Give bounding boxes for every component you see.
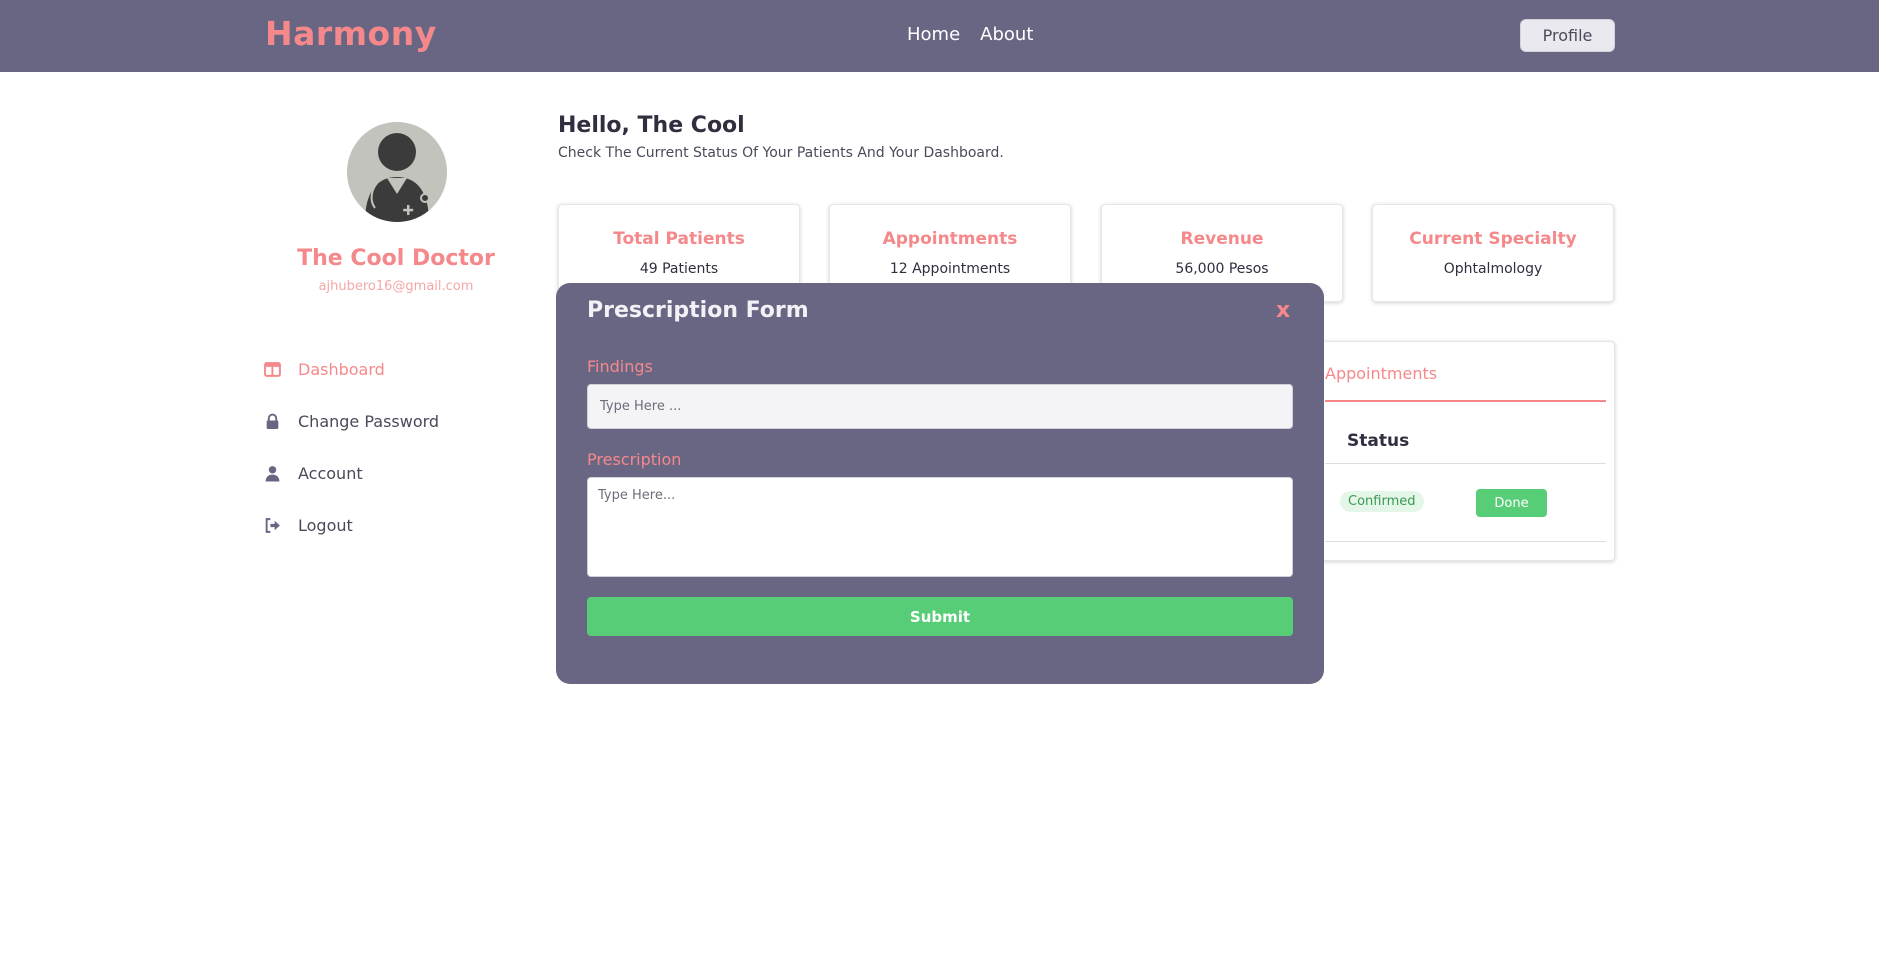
sidebar-item-dashboard[interactable]: Dashboard — [264, 357, 385, 381]
doctor-email: ajhubero16@gmail.com — [318, 279, 474, 294]
sidebar-item-account[interactable]: Account — [264, 461, 363, 485]
stat-label: Current Specialty — [1409, 229, 1577, 249]
sidebar-item-label: Dashboard — [298, 359, 385, 379]
lock-icon — [266, 413, 279, 429]
sidebar-item-logout[interactable]: Logout — [264, 513, 353, 537]
status-badge: Confirmed — [1340, 491, 1424, 512]
row-divider — [1325, 541, 1606, 542]
done-button[interactable]: Done — [1476, 489, 1547, 517]
stat-card-current-specialty: Current Specialty Ophtalmology — [1372, 204, 1614, 302]
page-subtitle: Check The Current Status Of Your Patient… — [558, 145, 1004, 161]
modal-title: Prescription Form — [587, 298, 809, 323]
stat-value: 56,000 Pesos — [1175, 261, 1269, 277]
logout-icon — [265, 517, 280, 533]
stat-label: Appointments — [882, 229, 1018, 249]
page-title: Hello, The Cool — [558, 113, 745, 138]
prescription-textarea[interactable] — [587, 477, 1293, 577]
stat-label: Revenue — [1180, 229, 1264, 249]
top-navbar: Harmony Home About Profile — [0, 0, 1879, 72]
doctor-avatar — [347, 122, 447, 222]
findings-label: Findings — [587, 357, 653, 376]
column-header-status: Status — [1347, 431, 1410, 451]
tab-appointments[interactable]: Appointments — [1325, 364, 1437, 383]
doctor-avatar-icon — [347, 122, 447, 222]
doctor-name: The Cool Doctor — [297, 246, 495, 271]
stat-value: 12 Appointments — [889, 261, 1011, 277]
user-icon — [265, 465, 280, 481]
sidebar-item-label: Logout — [298, 515, 353, 535]
nav-about-link[interactable]: About — [980, 24, 1033, 45]
sidebar-item-label: Account — [298, 463, 363, 483]
findings-input[interactable] — [587, 384, 1293, 429]
stat-label: Total Patients — [613, 229, 745, 249]
sidebar-item-change-password[interactable]: Change Password — [264, 409, 439, 433]
main-nav: Home About — [907, 24, 1033, 45]
sidebar-item-label: Change Password — [298, 411, 440, 431]
stat-value: Ophtalmology — [1443, 261, 1543, 277]
close-button[interactable]: x — [1276, 298, 1290, 323]
tab-underline — [1325, 400, 1606, 402]
prescription-modal: Prescription Form x Findings Prescriptio… — [556, 283, 1324, 684]
nav-home-link[interactable]: Home — [907, 24, 960, 45]
header-divider — [1325, 463, 1606, 464]
stat-value: 49 Patients — [639, 261, 719, 277]
dashboard-icon — [264, 361, 281, 377]
submit-button[interactable]: Submit — [587, 597, 1293, 636]
profile-button[interactable]: Profile — [1520, 19, 1615, 52]
brand-logo[interactable]: Harmony — [265, 14, 437, 53]
appointments-panel: Appointments Status Confirmed Done — [1311, 341, 1615, 561]
prescription-label: Prescription — [587, 450, 682, 469]
